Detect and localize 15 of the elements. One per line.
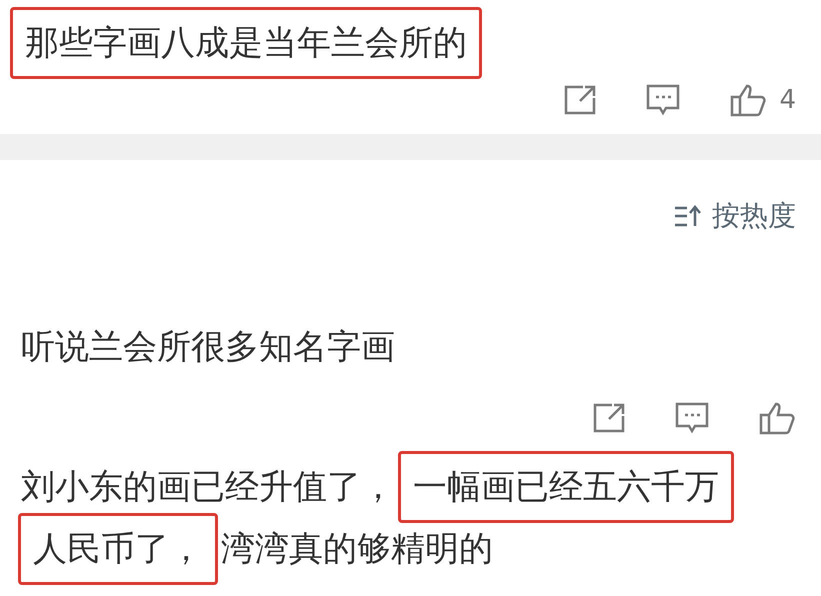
comment-icon[interactable] (674, 401, 710, 435)
sort-button[interactable]: 按热度 (712, 197, 796, 235)
comment-text: 湾湾真的够精明的 (220, 528, 494, 571)
thumbs-up-icon[interactable] (729, 82, 768, 118)
highlighted-comment-text: 一幅画已经五六千万 (398, 451, 734, 523)
thumbs-up-icon[interactable] (758, 400, 796, 436)
highlighted-comment-text: 人民币了， (18, 513, 218, 585)
like-count: 4 (779, 85, 796, 115)
sort-icon[interactable] (674, 204, 702, 228)
highlighted-comment-text: 那些字画八成是当年兰会所的 (10, 7, 482, 79)
comment-text: 刘小东的画已经升值了， (20, 466, 396, 509)
comment-icon[interactable] (645, 83, 682, 117)
comment-text: 听说兰会所很多知名字画 (20, 326, 396, 369)
share-icon[interactable] (592, 402, 626, 434)
share-icon[interactable] (563, 84, 598, 116)
